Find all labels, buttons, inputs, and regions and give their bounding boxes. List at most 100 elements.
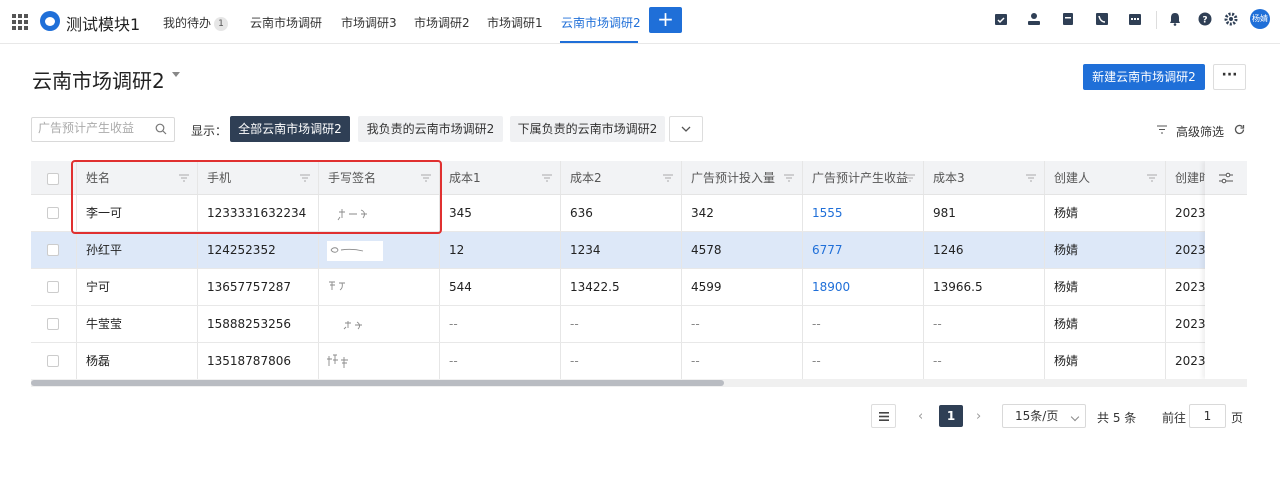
next-page-button[interactable]: ›	[976, 409, 981, 424]
column-header[interactable]: 成本1	[440, 161, 561, 194]
page-title: 云南市场调研2	[32, 69, 165, 93]
prev-page-button[interactable]: ‹	[918, 409, 923, 424]
column-settings-icon[interactable]	[1219, 172, 1233, 184]
table-row[interactable]: 孙红平 124252352 12 1234 4578 6777 1246 杨婧 …	[31, 232, 1247, 269]
tab-yunnan-survey[interactable]: 云南市场调研	[250, 14, 322, 31]
column-phone-label: 手机	[207, 171, 232, 185]
cell-ad-revenue[interactable]: 18900	[803, 269, 924, 305]
signature-image	[327, 278, 383, 298]
cell-cost1: 544	[440, 269, 561, 305]
segment-subordinates[interactable]: 下属负责的云南市场调研2	[510, 116, 665, 142]
search-input[interactable]	[38, 121, 148, 135]
bell-icon[interactable]	[1168, 12, 1182, 26]
column-header[interactable]: 成本3	[924, 161, 1045, 194]
cell-cost2: --	[561, 343, 682, 379]
column-name-label: 姓名	[86, 171, 111, 185]
advanced-filter-link[interactable]: 高级筛选	[1176, 123, 1224, 140]
gear-icon[interactable]	[1224, 12, 1238, 26]
column-header[interactable]: 广告预计投入量	[682, 161, 803, 194]
cell-cost3: --	[924, 343, 1045, 379]
row-checkbox[interactable]	[47, 318, 59, 330]
signature-image	[327, 241, 383, 261]
column-filter-icon[interactable]	[905, 174, 915, 182]
column-filter-icon[interactable]	[1026, 174, 1036, 182]
cell-signature[interactable]	[319, 343, 440, 379]
column-filter-icon[interactable]	[300, 174, 310, 182]
cell-phone: 124252352	[198, 232, 319, 268]
column-filter-icon[interactable]	[1147, 174, 1157, 182]
table-row[interactable]: 宁可 13657757287 544 13422.5 4599 18900 13…	[31, 269, 1247, 306]
row-checkbox[interactable]	[47, 355, 59, 367]
cell-creator: 杨婧	[1045, 269, 1166, 305]
column-header[interactable]: 创建人	[1045, 161, 1166, 194]
cell-cost3: --	[924, 306, 1045, 342]
row-checkbox[interactable]	[47, 244, 59, 256]
tab-survey-1[interactable]: 市场调研1	[487, 14, 543, 31]
calendar-icon[interactable]	[1128, 12, 1142, 26]
cell-signature[interactable]	[319, 306, 440, 342]
row-checkbox[interactable]	[47, 207, 59, 219]
phone-icon[interactable]	[1095, 12, 1109, 26]
scrollbar-thumb[interactable]	[31, 380, 725, 386]
tab-survey-3[interactable]: 市场调研3	[341, 14, 397, 31]
column-settings-header	[1205, 161, 1247, 195]
segment-all[interactable]: 全部云南市场调研2	[230, 116, 350, 142]
cell-cost2: 1234	[561, 232, 682, 268]
data-table: 姓名 手机 手写签名 成本1 成本2 广告预计投入量 广告预计产生收益 成本3	[31, 161, 1247, 387]
cell-phone: 15888253256	[198, 306, 319, 342]
select-all-checkbox[interactable]	[47, 173, 59, 185]
page-number-current[interactable]: 1	[939, 405, 963, 427]
help-icon[interactable]: ?	[1198, 12, 1212, 26]
tab-survey-2[interactable]: 市场调研2	[414, 14, 470, 31]
signature-image	[327, 315, 383, 335]
cell-cost1: --	[440, 343, 561, 379]
column-header[interactable]: 手写签名	[319, 161, 440, 194]
column-header[interactable]: 姓名	[77, 161, 198, 194]
page-size-select[interactable]: 15条/页	[1002, 404, 1086, 428]
cell-signature[interactable]	[319, 195, 440, 231]
add-tab-button[interactable]: +	[649, 7, 682, 33]
column-header[interactable]: 成本2	[561, 161, 682, 194]
cell-ad-input: 4578	[682, 232, 803, 268]
cell-ad-revenue[interactable]: 6777	[803, 232, 924, 268]
cell-name: 杨磊	[77, 343, 198, 379]
more-actions-button[interactable]: ···	[1213, 64, 1246, 90]
avatar[interactable]: 杨婧	[1250, 9, 1270, 29]
document-icon[interactable]	[1061, 12, 1075, 26]
table-row[interactable]: 牛莹莹 15888253256 -- -- -- -- -- 杨婧 2023-	[31, 306, 1247, 343]
column-filter-icon[interactable]	[179, 174, 189, 182]
cell-signature[interactable]	[319, 269, 440, 305]
segment-more-button[interactable]	[669, 116, 703, 142]
column-signature-label: 手写签名	[328, 171, 377, 185]
cell-ad-revenue[interactable]: 1555	[803, 195, 924, 231]
chevron-down-icon[interactable]	[172, 72, 180, 77]
menu-icon	[879, 412, 889, 421]
user-icon[interactable]	[1027, 12, 1041, 26]
table-row[interactable]: 杨磊 13518787806 -- -- -- -- -- 杨婧 2023-	[31, 343, 1247, 380]
table-row[interactable]: 李一可 1233331632234 345 636 342 1555 981 杨…	[31, 195, 1247, 232]
new-record-button[interactable]: 新建云南市场调研2	[1083, 64, 1205, 90]
segment-mine[interactable]: 我负责的云南市场调研2	[358, 116, 503, 142]
column-filter-icon[interactable]	[542, 174, 552, 182]
refresh-icon[interactable]	[1234, 124, 1245, 135]
cell-phone: 1233331632234	[198, 195, 319, 231]
column-header[interactable]: 手机	[198, 161, 319, 194]
cell-phone: 13657757287	[198, 269, 319, 305]
cell-signature[interactable]	[319, 232, 440, 268]
tab-yunnan-survey-2[interactable]: 云南市场调研2	[561, 14, 641, 31]
row-checkbox[interactable]	[47, 281, 59, 293]
column-header[interactable]: 广告预计产生收益	[803, 161, 924, 194]
column-filter-icon[interactable]	[663, 174, 673, 182]
search-icon[interactable]	[155, 123, 167, 135]
horizontal-scrollbar[interactable]	[31, 379, 1247, 387]
column-filter-icon[interactable]	[784, 174, 794, 182]
tab-my-todo[interactable]: 我的待办 1	[163, 14, 229, 31]
app-title: 测试模块1	[66, 15, 141, 34]
list-view-button[interactable]	[871, 404, 896, 428]
column-filter-icon[interactable]	[421, 174, 431, 182]
apps-grid-icon[interactable]	[12, 14, 28, 30]
goto-page-input[interactable]: 1	[1189, 404, 1226, 428]
cell-name: 孙红平	[77, 232, 198, 268]
calendar-check-icon[interactable]	[994, 12, 1008, 26]
cell-creator: 杨婧	[1045, 306, 1166, 342]
